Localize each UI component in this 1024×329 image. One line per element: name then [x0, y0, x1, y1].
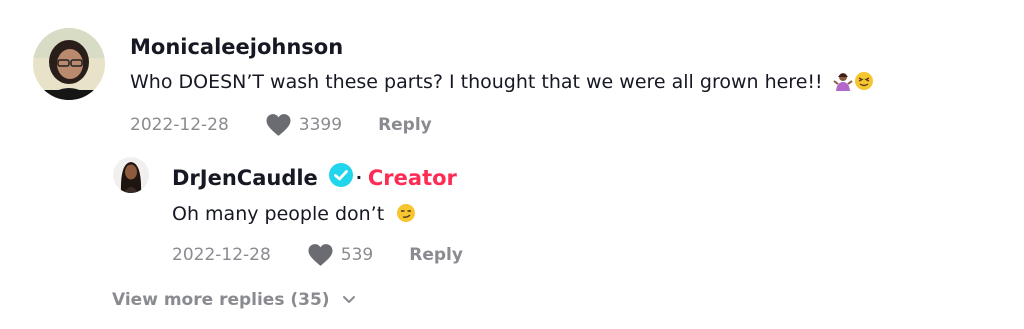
reply-text: Oh many people don’t [172, 203, 416, 228]
like-button[interactable]: 3399 [265, 113, 342, 137]
squinting-face-emoji-icon [854, 71, 874, 96]
heart-icon [266, 114, 291, 136]
reply-username[interactable]: DrJenCaudle [172, 166, 318, 190]
reply-like-button[interactable]: 539 [307, 243, 373, 267]
reply-text-body: Oh many people don’t [172, 203, 385, 225]
user-avatar-image [33, 28, 105, 100]
woman-shrugging-emoji-icon [833, 71, 853, 96]
comment-text-body: Who DOESN’T wash these parts? I thought … [130, 71, 823, 93]
reply-meta: 2022-12-28 539 Reply [172, 243, 463, 267]
comment-date: 2022-12-28 [130, 115, 229, 135]
smirking-face-emoji-icon [396, 203, 416, 228]
view-more-replies-button[interactable]: View more replies (35) [112, 290, 356, 310]
comment-text: Who DOESN’T wash these parts? I thought … [130, 71, 874, 96]
heart-icon [308, 244, 333, 266]
avatar[interactable] [33, 28, 105, 100]
view-more-replies-label: View more replies (35) [112, 290, 330, 310]
comment-thread: Monicaleejohnson Who DOESN’T wash these … [0, 0, 1024, 329]
reply-reply-button[interactable]: Reply [409, 245, 463, 265]
creator-badge: Creator [367, 165, 457, 190]
reply-like-count: 539 [340, 245, 374, 265]
chevron-down-icon [342, 296, 355, 303]
comment-meta: 2022-12-28 3399 Reply [130, 113, 432, 137]
reply-date: 2022-12-28 [172, 245, 271, 265]
verified-badge-icon [328, 162, 354, 193]
comment-username[interactable]: Monicaleejohnson [130, 35, 343, 59]
reply-avatar[interactable] [113, 157, 149, 193]
reply-avatar-image [113, 157, 149, 193]
reply-button[interactable]: Reply [378, 115, 432, 135]
like-count: 3399 [298, 115, 343, 135]
separator-dot: · [355, 168, 362, 187]
reply-username-row: DrJenCaudle · Creator [172, 162, 457, 193]
